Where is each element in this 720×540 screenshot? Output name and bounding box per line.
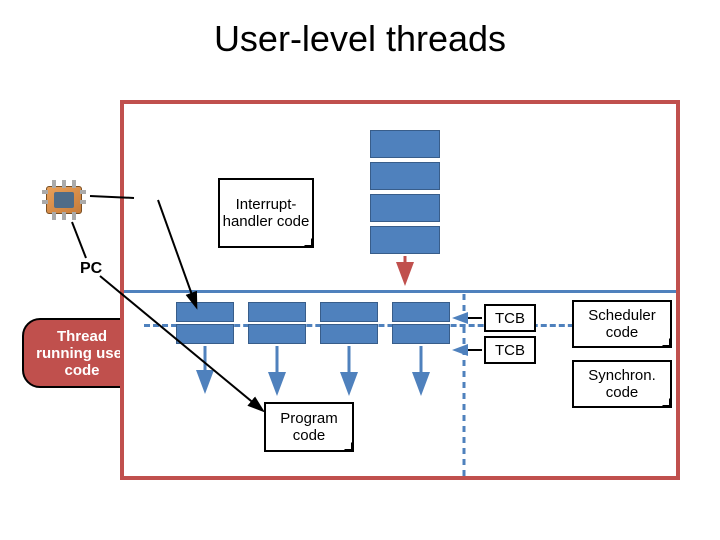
tcb-box: TCB — [484, 304, 536, 332]
scheduler-codebox: Scheduler code — [572, 300, 672, 348]
user-stack-frame — [320, 302, 378, 322]
user-stack-frame — [248, 324, 306, 344]
synchron-codebox: Synchron. code — [572, 360, 672, 408]
user-stack-frame — [392, 324, 450, 344]
pc-label: PC — [80, 260, 102, 278]
user-stack-frame — [248, 302, 306, 322]
kernel-stack-frame — [370, 162, 440, 190]
kernel-stack-frame — [370, 194, 440, 222]
interrupt-handler-codebox: Interrupt- handler code — [218, 178, 314, 248]
cpu-chip-icon — [40, 180, 88, 220]
user-stack-frame — [320, 324, 378, 344]
memory-region-box: Interrupt- handler code Program code TCB… — [120, 100, 680, 480]
user-stack-frame — [176, 302, 234, 322]
kernel-stack-frame — [370, 130, 440, 158]
program-codebox: Program code — [264, 402, 354, 452]
user-stack-frame — [176, 324, 234, 344]
kernel-stack-frame — [370, 226, 440, 254]
kernel-user-divider — [124, 290, 676, 293]
diagram-title: User-level threads — [0, 18, 720, 60]
tcb-box: TCB — [484, 336, 536, 364]
user-stack-frame — [392, 302, 450, 322]
